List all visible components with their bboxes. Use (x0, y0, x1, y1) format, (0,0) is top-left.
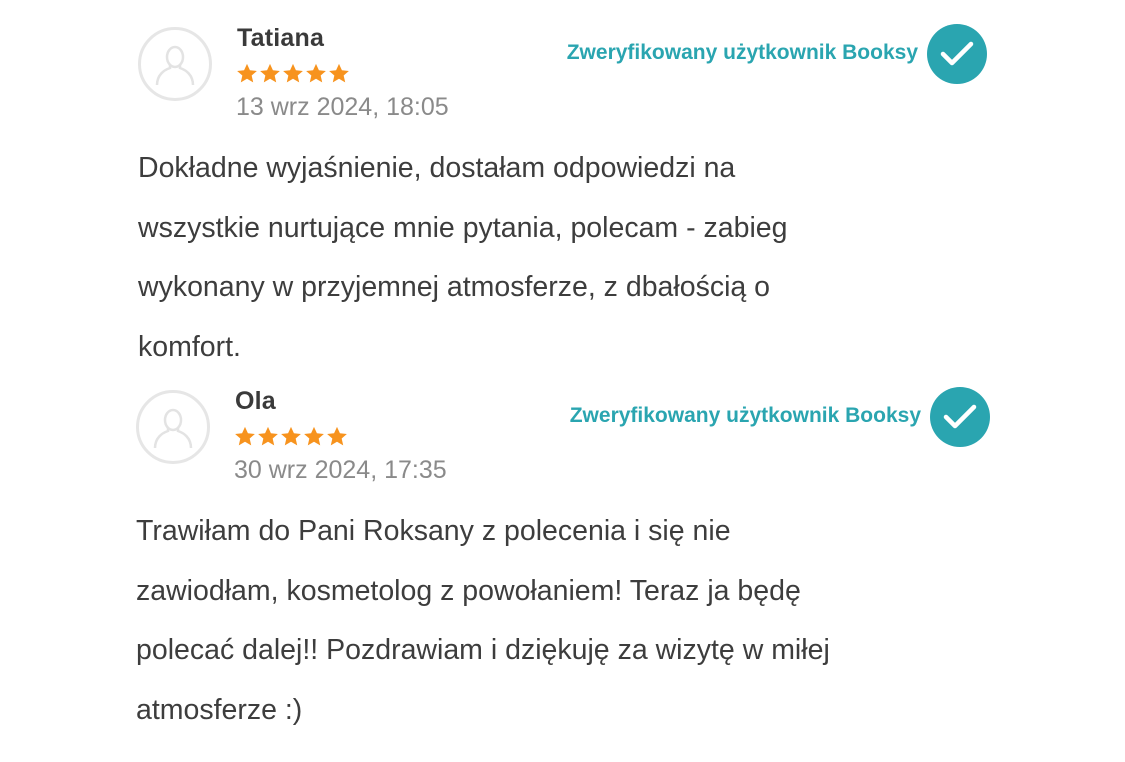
review-date: 30 wrz 2024, 17:35 (234, 456, 447, 484)
review-text: Trawiłam do Pani Roksany z polecenia i s… (136, 502, 996, 740)
verified-label: Zweryfikowany użytkownik Booksy (569, 404, 921, 427)
star-icon (304, 426, 324, 446)
verified-check-icon (930, 387, 990, 447)
review-text-line: wykonany w przyjemnej atmosferze, z dbał… (138, 271, 771, 303)
star-icon (283, 63, 303, 83)
review-text-line: atmosferze :) (136, 693, 303, 726)
review-text-line: zawiodłam, kosmetolog z powołaniem! Tera… (136, 574, 801, 607)
verified-label: Zweryfikowany użytkownik Booksy (566, 41, 918, 64)
star-icon (281, 426, 301, 446)
review-text-line: komfort. (138, 330, 241, 363)
star-icon (329, 63, 349, 83)
star-icon (237, 63, 257, 83)
review-text-line: wszystkie nurtujące mnie pytania, poleca… (138, 211, 788, 244)
star-icon (260, 63, 280, 83)
reviewer-name: Tatiana (237, 24, 325, 52)
review-text-line: Dokładne wyjaśnienie, dostałam odpowiedz… (138, 152, 736, 184)
star-icon (235, 426, 255, 446)
star-icon (327, 426, 347, 446)
verified-check-icon (927, 24, 987, 84)
avatar-placeholder-icon (136, 390, 210, 464)
review-text-line: Trawiłam do Pani Roksany z polecenia i s… (136, 515, 731, 547)
avatar-placeholder-icon (138, 27, 212, 101)
rating-stars (234, 426, 348, 447)
star-icon (258, 426, 278, 446)
rating-stars (236, 63, 350, 84)
reviewer-name: Ola (235, 387, 276, 415)
star-icon (306, 63, 326, 83)
review-date: 13 wrz 2024, 18:05 (236, 93, 449, 121)
review-text-line: polecać dalej!! Pozdrawiam i dziękuję za… (136, 634, 830, 666)
review-text: Dokładne wyjaśnienie, dostałam odpowiedz… (138, 139, 998, 377)
